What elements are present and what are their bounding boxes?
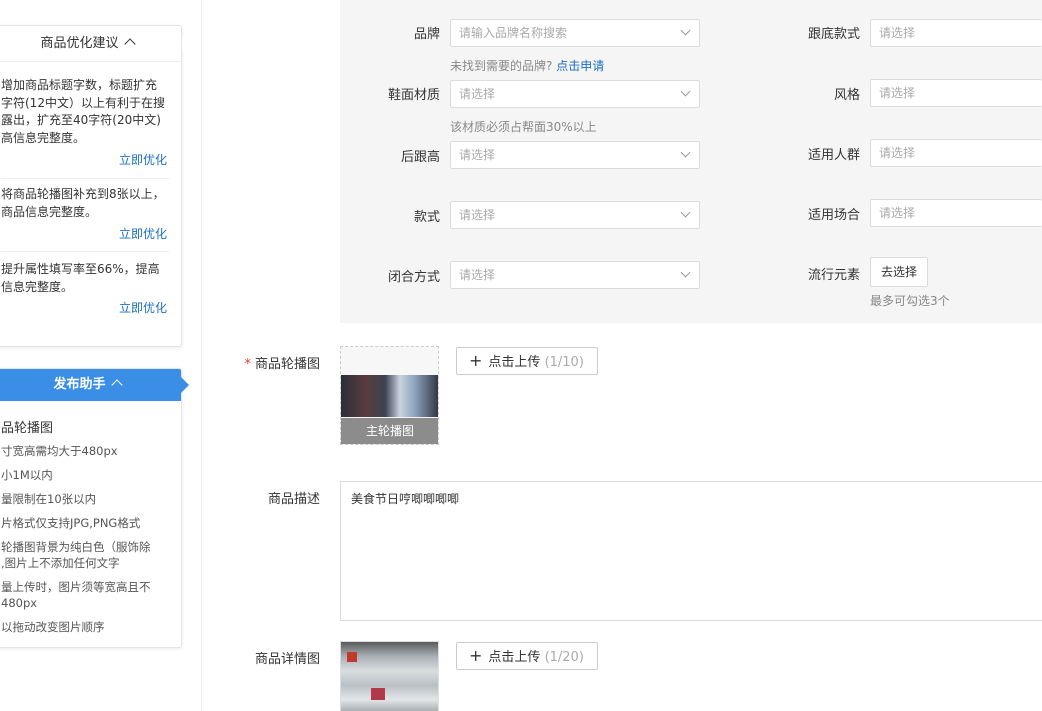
select-placeholder: 请选择	[459, 268, 496, 282]
publish-helper-header[interactable]: 发布助手	[0, 369, 189, 401]
closure-select[interactable]: 请选择	[450, 261, 700, 289]
divider	[1, 178, 169, 179]
chevron-down-icon	[680, 267, 691, 278]
suggestion-line: 露出，扩充至40字符(20中文)	[1, 113, 161, 127]
sole-style-select[interactable]: 请选择	[870, 19, 1042, 47]
select-placeholder: 请选择	[879, 26, 916, 40]
publish-helper-card: 发布助手 品轮播图 寸宽高需均大于480px 小1M以内 量限制在10张以内 片…	[0, 368, 189, 648]
carousel-label-text: 商品轮播图	[254, 357, 320, 372]
thumbnail-detail	[371, 688, 385, 700]
suggestion-line: 信息完整度。	[1, 279, 74, 294]
occasion-select[interactable]: 请选择	[870, 199, 1042, 227]
suggestion-title-text: 增加商品标题字数，标题扩充 字符(12中文）以上有利于在搜 露出，扩充至40字符…	[1, 77, 169, 147]
sole-style-label: 跟底款式	[807, 27, 860, 42]
detail-image[interactable]	[340, 641, 439, 711]
plus-icon: +	[469, 646, 483, 665]
upper-material-select[interactable]: 请选择	[450, 80, 700, 108]
trend-label: 流行元素	[807, 268, 860, 283]
chevron-down-icon	[680, 86, 691, 97]
style-select[interactable]: 请选择	[450, 201, 700, 229]
divider	[1, 251, 169, 252]
style-label: 款式	[413, 210, 440, 225]
select-placeholder: 请选择	[459, 148, 496, 162]
pointer-arrow	[181, 377, 189, 393]
publish-helper-title: 发布助手	[53, 377, 106, 392]
suggestion-line: 将商品轮播图补充到8张以上，	[1, 187, 165, 201]
helper-tip: 量上传时，图片须等宽高且不	[1, 580, 151, 594]
helper-tip: ,图片上不添加任何文字	[1, 556, 120, 570]
detail-upload-button[interactable]: + 点击上传 (1/20)	[456, 642, 598, 670]
page-root: 商品优化建议 增加商品标题字数，标题扩充 字符(12中文）以上有利于在搜 露出，…	[0, 0, 1042, 711]
helper-section-title: 品轮播图	[1, 421, 54, 436]
brand-hint-text: 未找到需要的品牌?	[450, 59, 553, 73]
helper-tip: 以拖动改变图片顺序	[1, 620, 105, 634]
select-placeholder: 请选择	[879, 86, 916, 100]
optimize-suggestions-title: 商品优化建议	[40, 36, 119, 51]
pointer-arrow	[182, 37, 189, 51]
main-carousel-image[interactable]: 主轮播图	[340, 346, 439, 445]
heel-height-select[interactable]: 请选择	[450, 141, 700, 169]
upload-count: (1/20)	[544, 650, 584, 665]
suggestion-line: 高信息完整度。	[1, 130, 86, 145]
suggestion-line: 字符(12中文）以上有利于在搜	[1, 95, 165, 110]
helper-tip: 小1M以内	[1, 468, 53, 482]
brand-hint: 未找到需要的品牌? 点击申请	[450, 57, 604, 74]
suggestion-line: 商品信息完整度。	[1, 204, 98, 219]
description-textarea[interactable]: 美食节日哼唧唧唧唧	[340, 481, 1042, 621]
suggestion-line: 提升属性填写率至66%，提高	[1, 262, 160, 276]
carousel-upload-button[interactable]: + 点击上传 (1/10)	[456, 347, 598, 375]
carousel-thumbnail	[341, 375, 438, 417]
carousel-label: * 商品轮播图	[230, 353, 320, 372]
select-placeholder: 请选择	[459, 208, 496, 222]
thumbnail-detail	[347, 652, 357, 662]
crowd-label: 适用人群	[807, 148, 860, 163]
optimize-now-link[interactable]: 立即优化	[119, 151, 167, 168]
material-hint: 该材质必须占帮面30%以上	[450, 120, 597, 134]
trend-hint: 最多可勾选3个	[870, 294, 950, 308]
optimize-now-link[interactable]: 立即优化	[119, 225, 167, 242]
select-placeholder: 请选择	[879, 206, 916, 220]
suggestion-line: 增加商品标题字数，标题扩充	[1, 78, 158, 92]
select-placeholder: 请选择	[459, 87, 496, 101]
crowd-select[interactable]: 请选择	[870, 139, 1042, 167]
chevron-up-icon	[110, 379, 123, 391]
helper-tip: 轮播图背景为纯白色（服饰除	[1, 540, 151, 554]
fashion-style-select[interactable]: 请选择	[870, 79, 1042, 107]
occasion-label: 适用场合	[807, 208, 860, 223]
brand-search-select[interactable]: 请输入品牌名称搜索	[450, 19, 700, 47]
optimize-suggestions-header[interactable]: 商品优化建议	[0, 26, 189, 62]
upload-label: 点击上传	[488, 355, 541, 370]
chevron-up-icon	[123, 38, 136, 50]
brand-label: 品牌	[413, 27, 440, 42]
upload-label: 点击上传	[488, 650, 541, 665]
brand-placeholder: 请输入品牌名称搜索	[459, 26, 568, 40]
main-carousel-caption: 主轮播图	[341, 418, 438, 444]
heel-height-label: 后跟高	[400, 150, 440, 165]
suggestion-carousel-text: 将商品轮播图补充到8张以上， 商品信息完整度。	[1, 186, 169, 221]
helper-tip: 片格式仅支持JPG,PNG格式	[1, 516, 141, 530]
upper-material-label: 鞋面材质	[387, 88, 440, 103]
helper-tip: 480px	[1, 596, 38, 610]
closure-label: 闭合方式	[387, 270, 440, 285]
plus-icon: +	[469, 351, 483, 370]
helper-tip: 量限制在10张以内	[1, 492, 97, 506]
chevron-down-icon	[680, 207, 691, 218]
select-placeholder: 请选择	[879, 146, 916, 160]
optimize-now-link[interactable]: 立即优化	[119, 299, 167, 316]
chevron-down-icon	[680, 147, 691, 158]
detail-images-label: 商品详情图	[254, 652, 320, 667]
optimize-suggestions-card: 商品优化建议 增加商品标题字数，标题扩充 字符(12中文）以上有利于在搜 露出，…	[0, 25, 189, 347]
required-mark: *	[244, 357, 251, 372]
choose-trend-button[interactable]: 去选择	[870, 257, 928, 287]
apply-brand-link[interactable]: 点击申请	[556, 59, 604, 73]
suggestion-attrs-text: 提升属性填写率至66%，提高 信息完整度。	[1, 261, 169, 296]
left-sidebar: 商品优化建议 增加商品标题字数，标题扩充 字符(12中文）以上有利于在搜 露出，…	[0, 0, 202, 711]
description-label: 商品描述	[267, 492, 320, 507]
chevron-down-icon	[680, 25, 691, 36]
helper-tip: 寸宽高需均大于480px	[1, 444, 118, 458]
detail-thumbnail	[341, 642, 438, 711]
fashion-style-label: 风格	[833, 88, 860, 103]
upload-count: (1/10)	[544, 355, 584, 370]
